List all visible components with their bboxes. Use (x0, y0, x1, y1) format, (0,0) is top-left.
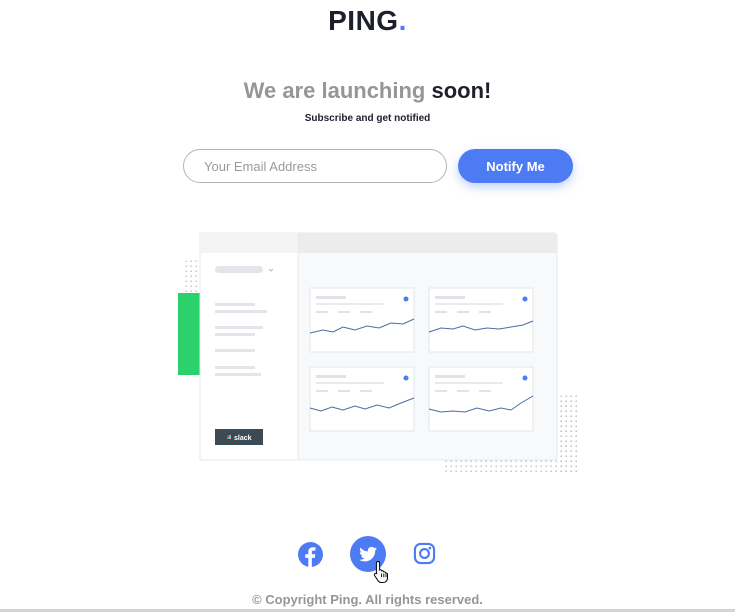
headline-light: We are launching (243, 78, 426, 103)
pointer-cursor-icon (373, 560, 388, 583)
subtitle: Subscribe and get notified (304, 113, 431, 124)
notify-me-button[interactable]: Notify Me (458, 149, 573, 183)
slack-badge-label: slack (234, 435, 252, 442)
facebook-icon[interactable] (298, 542, 323, 567)
chart-card (428, 366, 534, 432)
chart-card (309, 366, 415, 432)
logo-text: PING (328, 5, 399, 36)
social-links (0, 535, 735, 583)
logo-dot: . (398, 5, 407, 36)
ping-logo: PING. (0, 5, 735, 37)
headline-strong: soon! (431, 78, 492, 103)
email-input[interactable] (183, 149, 447, 183)
dashboard-illustration: slack (178, 232, 580, 475)
headline: We are launching soon! (0, 78, 735, 104)
chart-card (309, 287, 415, 353)
instagram-icon[interactable] (413, 542, 436, 565)
copyright-text: © Copyright Ping. All rights reserved. (252, 592, 483, 607)
chart-card (428, 287, 534, 353)
